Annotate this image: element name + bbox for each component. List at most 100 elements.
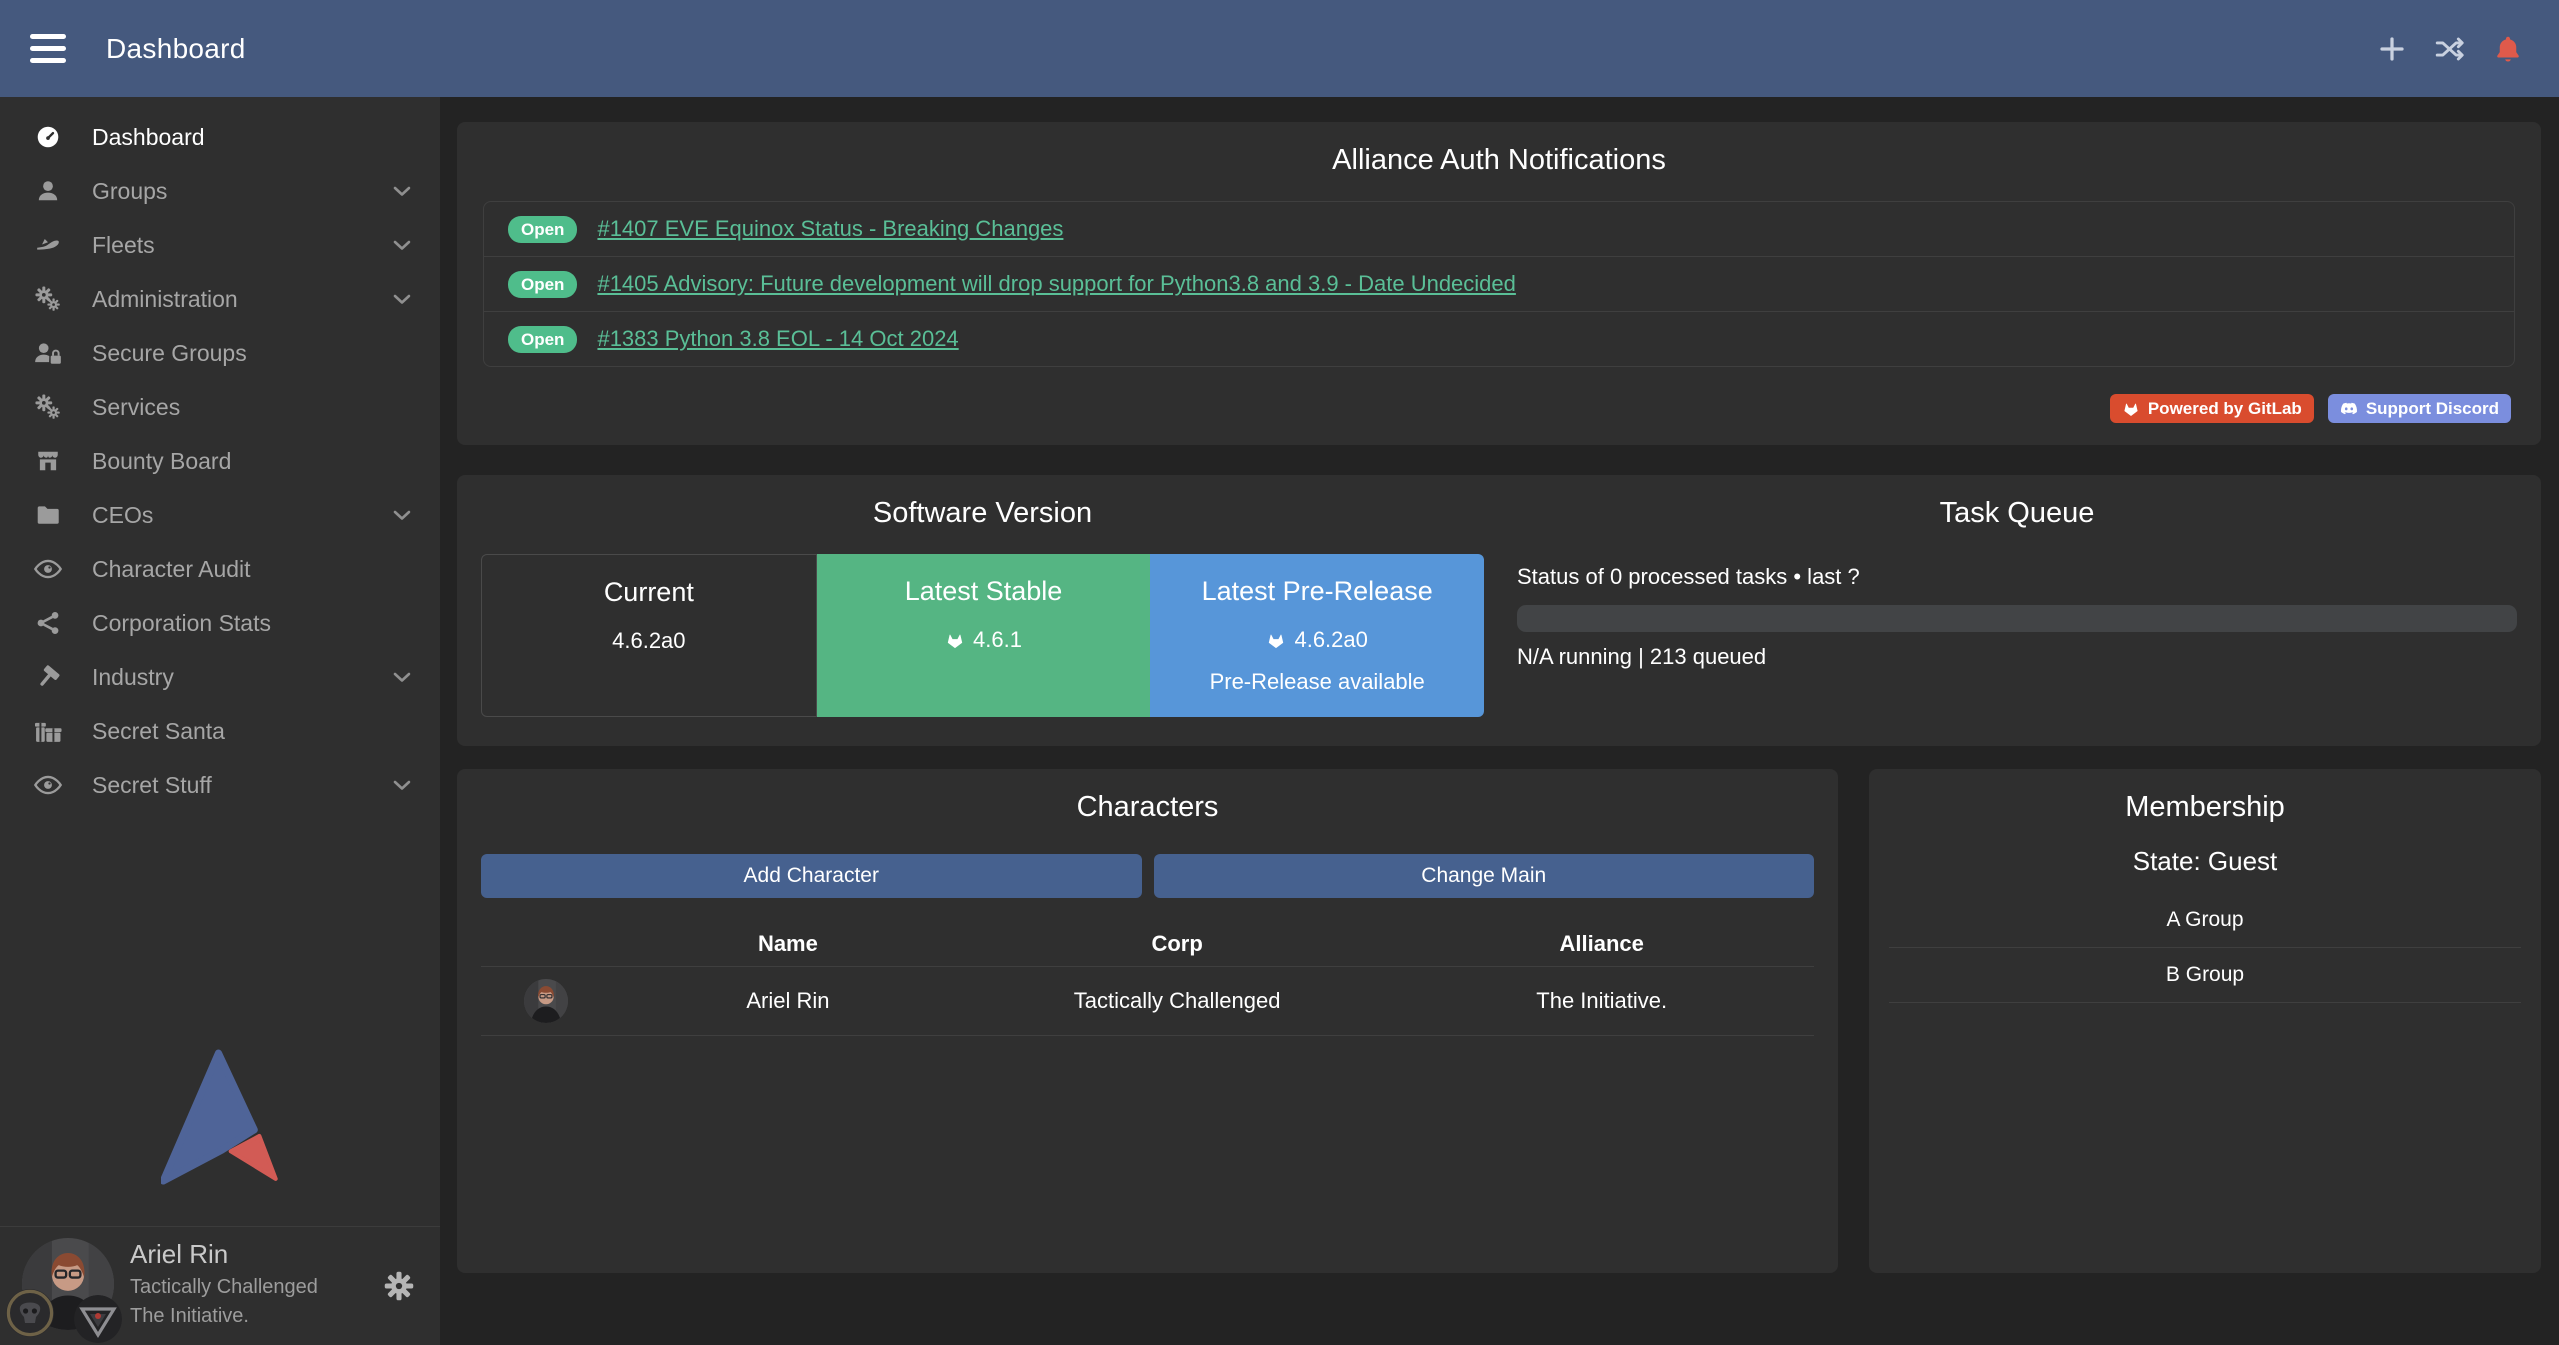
- gitlab-icon: [2122, 400, 2140, 417]
- task-queue-status: Status of 0 processed tasks • last ?: [1517, 564, 2517, 590]
- sidebar-item-label: Industry: [92, 664, 174, 691]
- cogs-icon: [30, 392, 66, 422]
- notifications-bell-icon[interactable]: [2493, 34, 2523, 64]
- software-version-task-queue-panel: Software Version Current 4.6.2a0 Latest …: [457, 475, 2541, 746]
- user-name: Ariel Rin: [130, 1239, 228, 1270]
- tachometer-icon: [30, 122, 66, 152]
- chevron-down-icon: [390, 665, 414, 689]
- sidebar-item-label: Corporation Stats: [92, 610, 271, 637]
- cogs-icon: [30, 284, 66, 314]
- share-icon: [30, 608, 66, 638]
- shuffle-icon[interactable]: [2435, 34, 2465, 64]
- user-corporation: Tactically Challenged: [130, 1276, 318, 1299]
- sidebar-item-label: Administration: [92, 286, 238, 313]
- task-queue-title: Task Queue: [1517, 475, 2517, 530]
- characters-table-header: Name Corp Alliance: [481, 922, 1814, 967]
- sidebar-item-label: Groups: [92, 178, 167, 205]
- discord-icon: [2340, 400, 2358, 417]
- sidebar-item-label: CEOs: [92, 502, 153, 529]
- membership-panel: Membership State: Guest A Group B Group: [1869, 769, 2541, 1273]
- alliance-logo-badge: [74, 1295, 122, 1343]
- version-cell-latest-pre-release: Latest Pre-Release 4.6.2a0 Pre-Release a…: [1150, 554, 1484, 717]
- chevron-down-icon: [390, 233, 414, 257]
- sidebar-item-dashboard[interactable]: Dashboard: [0, 110, 440, 164]
- support-discord-badge[interactable]: Support Discord: [2328, 394, 2511, 423]
- change-main-button[interactable]: Change Main: [1154, 854, 1815, 898]
- add-character-button[interactable]: Add Character: [481, 854, 1142, 898]
- characters-table: Name Corp Alliance Ariel Rin Tactically …: [481, 922, 1814, 1036]
- sidebar-item-industry[interactable]: Industry: [0, 650, 440, 704]
- character-table-row: Ariel Rin Tactically Challenged The Init…: [481, 967, 1814, 1036]
- sidebar-item-secret-stuff[interactable]: Secret Stuff: [0, 758, 440, 812]
- alliance-auth-logo: [0, 1047, 440, 1185]
- notification-link[interactable]: #1407 EVE Equinox Status - Breaking Chan…: [597, 216, 1063, 242]
- characters-title: Characters: [457, 769, 1838, 824]
- characters-panel: Characters Add Character Change Main Nam…: [457, 769, 1838, 1273]
- sidebar-item-label: Services: [92, 394, 180, 421]
- character-alliance: The Initiative.: [1389, 988, 1814, 1014]
- folder-icon: [30, 500, 66, 530]
- notification-link[interactable]: #1383 Python 3.8 EOL - 14 Oct 2024: [597, 326, 958, 352]
- sidebar-item-services[interactable]: Services: [0, 380, 440, 434]
- membership-group-row: A Group: [1889, 893, 2521, 948]
- notification-link[interactable]: #1405 Advisory: Future development will …: [597, 271, 1515, 297]
- character-portrait: [524, 979, 568, 1023]
- sidebar-item-label: Secret Santa: [92, 718, 225, 745]
- user-settings-gear-icon[interactable]: [384, 1271, 414, 1301]
- column-header-corp: Corp: [965, 931, 1390, 957]
- notifications-title: Alliance Auth Notifications: [457, 122, 2541, 177]
- sidebar-item-groups[interactable]: Groups: [0, 164, 440, 218]
- corp-logo-badge: [6, 1289, 54, 1337]
- user-icon: [30, 176, 66, 206]
- sidebar-toggle-hamburger-icon[interactable]: [30, 34, 66, 63]
- sidebar-item-administration[interactable]: Administration: [0, 272, 440, 326]
- sidebar-item-secure-groups[interactable]: Secure Groups: [0, 326, 440, 380]
- plus-icon[interactable]: [2377, 34, 2407, 64]
- version-cell-latest-stable: Latest Stable 4.6.1: [817, 554, 1151, 717]
- top-navbar: Dashboard: [0, 0, 2559, 97]
- sidebar-user-panel: Ariel Rin Tactically Challenged The Init…: [0, 1226, 440, 1345]
- notifications-list: Open #1407 EVE Equinox Status - Breaking…: [483, 201, 2515, 367]
- sidebar-item-label: Secure Groups: [92, 340, 247, 367]
- sidebar-item-corporation-stats[interactable]: Corporation Stats: [0, 596, 440, 650]
- sidebar-item-bounty-board[interactable]: Bounty Board: [0, 434, 440, 488]
- column-header-alliance: Alliance: [1389, 931, 1814, 957]
- character-corp: Tactically Challenged: [965, 988, 1390, 1014]
- chevron-down-icon: [390, 287, 414, 311]
- sidebar-item-character-audit[interactable]: Character Audit: [0, 542, 440, 596]
- sidebar-item-label: Secret Stuff: [92, 772, 212, 799]
- task-queue-column: Task Queue Status of 0 processed tasks •…: [1517, 475, 2517, 746]
- task-queue-progress-bar: [1517, 605, 2517, 632]
- chevron-down-icon: [390, 773, 414, 797]
- page-title: Dashboard: [106, 33, 246, 65]
- powered-by-gitlab-badge[interactable]: Powered by GitLab: [2110, 394, 2314, 423]
- sidebar-item-secret-santa[interactable]: Secret Santa: [0, 704, 440, 758]
- sidebar-item-label: Dashboard: [92, 124, 205, 151]
- main-content: Alliance Auth Notifications Open #1407 E…: [440, 97, 2559, 1345]
- sidebar-item-fleets[interactable]: Fleets: [0, 218, 440, 272]
- gitlab-icon: [945, 631, 965, 649]
- sidebar-item-label: Bounty Board: [92, 448, 231, 475]
- membership-group-row: B Group: [1889, 948, 2521, 1003]
- gitlab-icon: [1266, 631, 1286, 649]
- chevron-down-icon: [390, 503, 414, 527]
- navbar-icon-group: [2377, 34, 2529, 64]
- store-icon: [30, 446, 66, 476]
- status-badge: Open: [508, 271, 577, 298]
- sidebar-item-ceos[interactable]: CEOs: [0, 488, 440, 542]
- membership-title: Membership: [1869, 769, 2541, 824]
- chevron-down-icon: [390, 179, 414, 203]
- column-header-name: Name: [611, 931, 965, 957]
- eye-icon: [30, 554, 66, 584]
- notifications-panel: Alliance Auth Notifications Open #1407 E…: [457, 122, 2541, 445]
- character-name: Ariel Rin: [611, 988, 965, 1014]
- sidebar-item-label: Character Audit: [92, 556, 251, 583]
- sidebar-menu: Dashboard Groups Fleets Administration S…: [0, 97, 440, 812]
- notification-list-item: Open #1383 Python 3.8 EOL - 14 Oct 2024: [484, 312, 2514, 366]
- version-cell-current: Current 4.6.2a0: [481, 554, 817, 717]
- software-version-column: Software Version Current 4.6.2a0 Latest …: [481, 475, 1484, 746]
- software-version-title: Software Version: [481, 475, 1484, 530]
- notification-list-item: Open #1405 Advisory: Future development …: [484, 257, 2514, 312]
- membership-state: State: Guest: [1869, 846, 2541, 877]
- user-alliance: The Initiative.: [130, 1305, 249, 1328]
